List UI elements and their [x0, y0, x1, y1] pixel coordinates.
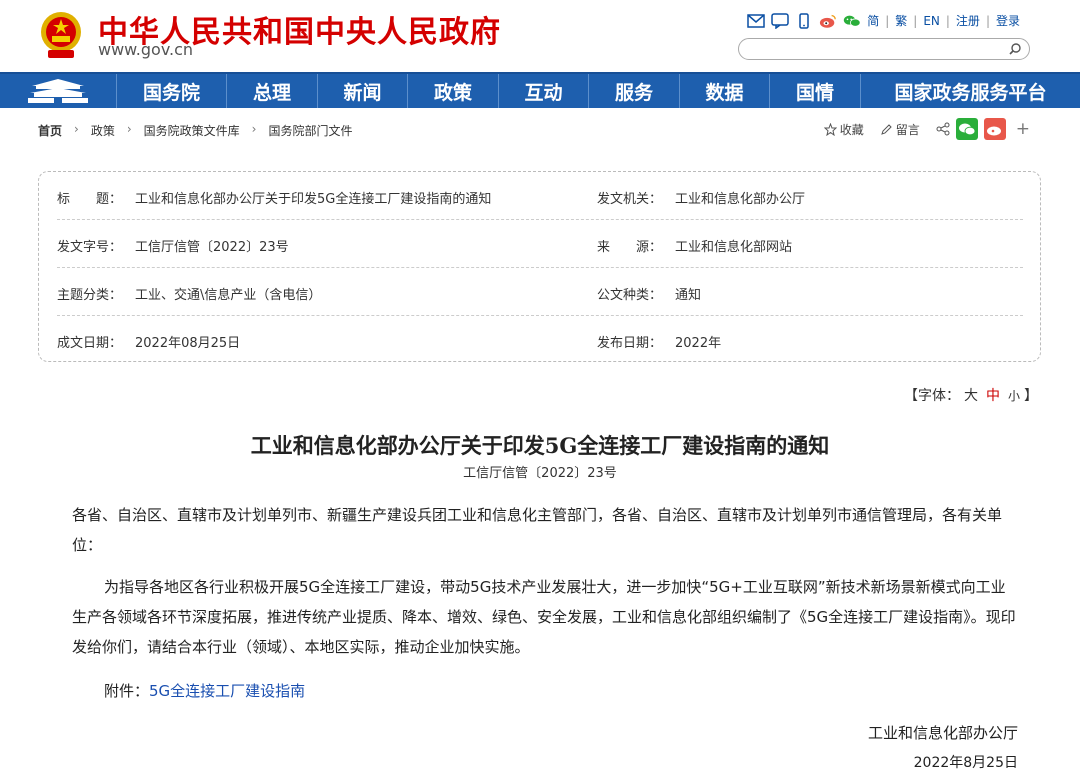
nav-item-data[interactable]: 数据 — [679, 74, 769, 108]
search-icon[interactable] — [1008, 42, 1022, 56]
font-size-switcher: 【字体：大中小】 — [904, 385, 1038, 405]
weibo-icon[interactable] — [819, 13, 837, 29]
written-date-value: 2022年08月25日 — [135, 336, 241, 351]
breadcrumb-policy[interactable]: 政策 — [91, 122, 115, 139]
article-addressee: 各省、自治区、直辖市及计划单列市、新疆生产建设兵团工业和信息化主管部门，各省、自… — [72, 506, 1003, 554]
breadcrumb-department-docs[interactable]: 国务院部门文件 — [268, 122, 352, 139]
main-nav: 国务院 总理 新闻 政策 互动 服务 数据 国情 国家政务服务平台 — [0, 72, 1080, 108]
published-date-value: 2022年 — [675, 336, 722, 351]
separator: | — [913, 13, 918, 28]
traditional-link[interactable]: 繁 — [895, 12, 907, 29]
source-label: 来 源： — [597, 240, 663, 255]
font-size-large[interactable]: 大 — [964, 388, 978, 404]
written-date-label: 成文日期： — [57, 336, 123, 351]
info-row: 成文日期： 2022年08月25日 发布日期： 2022年 — [57, 316, 1023, 364]
mail-icon[interactable] — [747, 13, 765, 29]
article-doc-number: 工信厅信管〔2022〕23号 — [463, 466, 617, 481]
comment-label: 留言 — [895, 122, 920, 137]
font-size-small[interactable]: 小 — [1008, 389, 1020, 403]
mobile-icon[interactable] — [795, 12, 813, 29]
nav-item-state-council[interactable]: 国务院 — [116, 74, 226, 108]
chevron-right-icon: › — [251, 122, 257, 136]
article-body-paragraph: 为指导各地区各行业积极开展5G全连接工厂建设，带动5G技术产业发展壮大，进一步加… — [72, 578, 1016, 656]
breadcrumb-home[interactable]: 首页 — [38, 122, 62, 139]
attachment-label: 附件： — [104, 682, 150, 700]
title-value: 工业和信息化部办公厅关于印发5G全连接工厂建设指南的通知 — [135, 192, 492, 207]
topic-label: 主题分类： — [57, 288, 123, 303]
share-icon — [936, 122, 950, 136]
comment-button[interactable]: 留言 — [880, 121, 920, 138]
share-weibo-button[interactable] — [983, 118, 1006, 140]
chat-icon[interactable] — [771, 12, 789, 29]
published-date-label: 发布日期： — [597, 336, 663, 351]
font-size-prefix: 【字体： — [903, 388, 960, 404]
document-info-box: 标 题： 工业和信息化部办公厅关于印发5G全连接工厂建设指南的通知 发文机关： … — [38, 171, 1041, 362]
nav-item-services[interactable]: 服务 — [588, 74, 679, 108]
article-tools: 收藏 留言 + — [814, 118, 1030, 140]
article-date: 2022年8月25日 — [913, 755, 1018, 771]
font-size-medium[interactable]: 中 — [986, 388, 1000, 404]
national-emblem-icon[interactable] — [38, 10, 84, 60]
font-size-suffix: 】 — [1024, 388, 1038, 404]
site-url[interactable]: www.gov.cn — [98, 40, 193, 59]
english-link[interactable]: EN — [923, 14, 940, 28]
site-header: 中华人民共和国中央人民政府 www.gov.cn 简 | 繁 | EN | 注册… — [0, 0, 1080, 72]
top-links: 简 | 繁 | EN | 注册 | 登录 — [747, 12, 1020, 29]
favorite-button[interactable]: 收藏 — [823, 121, 864, 138]
issuer-value: 工业和信息化部办公厅 — [675, 192, 806, 207]
simplified-link[interactable]: 简 — [867, 12, 879, 29]
nav-item-policy[interactable]: 政策 — [407, 74, 498, 108]
star-icon — [823, 122, 837, 136]
nav-item-news[interactable]: 新闻 — [317, 74, 407, 108]
nav-item-national-info[interactable]: 国情 — [769, 74, 860, 108]
share-button[interactable] — [936, 122, 950, 136]
nav-item-interaction[interactable]: 互动 — [498, 74, 588, 108]
wechat-icon[interactable] — [843, 13, 861, 29]
source-value: 工业和信息化部网站 — [675, 240, 793, 255]
doctype-label: 公文种类： — [597, 288, 663, 303]
chevron-right-icon: › — [126, 122, 132, 136]
attachment: 附件：5G全连接工厂建设指南 — [104, 676, 305, 706]
nav-home[interactable] — [0, 74, 116, 108]
more-share-icon[interactable]: + — [1016, 119, 1030, 139]
chevron-right-icon: › — [74, 122, 79, 136]
info-row: 发文字号： 工信厅信管〔2022〕23号 来 源： 工业和信息化部网站 — [57, 220, 1023, 268]
nav-items: 国务院 总理 新闻 政策 互动 服务 数据 国情 国家政务服务平台 — [116, 74, 1080, 108]
attachment-link[interactable]: 5G全连接工厂建设指南 — [149, 682, 305, 700]
nav-item-premier[interactable]: 总理 — [226, 74, 317, 108]
info-row: 标 题： 工业和信息化部办公厅关于印发5G全连接工厂建设指南的通知 发文机关： … — [57, 172, 1023, 220]
login-link[interactable]: 登录 — [996, 12, 1020, 29]
article-signature: 工业和信息化部办公厅 — [867, 724, 1018, 742]
docno-label: 发文字号： — [57, 240, 123, 255]
doctype-value: 通知 — [675, 288, 702, 303]
wechat-icon — [958, 123, 976, 136]
weibo-icon — [986, 126, 1001, 136]
tiananmen-icon — [28, 79, 88, 103]
article-title: 工业和信息化部办公厅关于印发5G全连接工厂建设指南的通知 — [250, 433, 830, 458]
share-wechat-button[interactable] — [955, 118, 978, 140]
issuer-label: 发文机关： — [597, 192, 663, 207]
title-label: 标 题： — [57, 192, 123, 207]
register-link[interactable]: 注册 — [956, 12, 980, 29]
separator: | — [985, 13, 990, 28]
separator: | — [885, 13, 890, 28]
info-row: 主题分类： 工业、交通\信息产业（含电信） 公文种类： 通知 — [57, 268, 1023, 316]
topic-value: 工业、交通\信息产业（含电信） — [135, 288, 322, 303]
breadcrumb-policy-library[interactable]: 国务院政策文件库 — [144, 122, 240, 139]
search-input[interactable] — [738, 38, 1030, 60]
nav-item-gov-service-platform[interactable]: 国家政务服务平台 — [860, 74, 1080, 108]
docno-value: 工信厅信管〔2022〕23号 — [135, 240, 289, 255]
separator: | — [945, 13, 950, 28]
breadcrumb: 首页 › 政策 › 国务院政策文件库 › 国务院部门文件 — [38, 122, 353, 139]
favorite-label: 收藏 — [839, 122, 864, 137]
pencil-icon — [880, 123, 892, 135]
